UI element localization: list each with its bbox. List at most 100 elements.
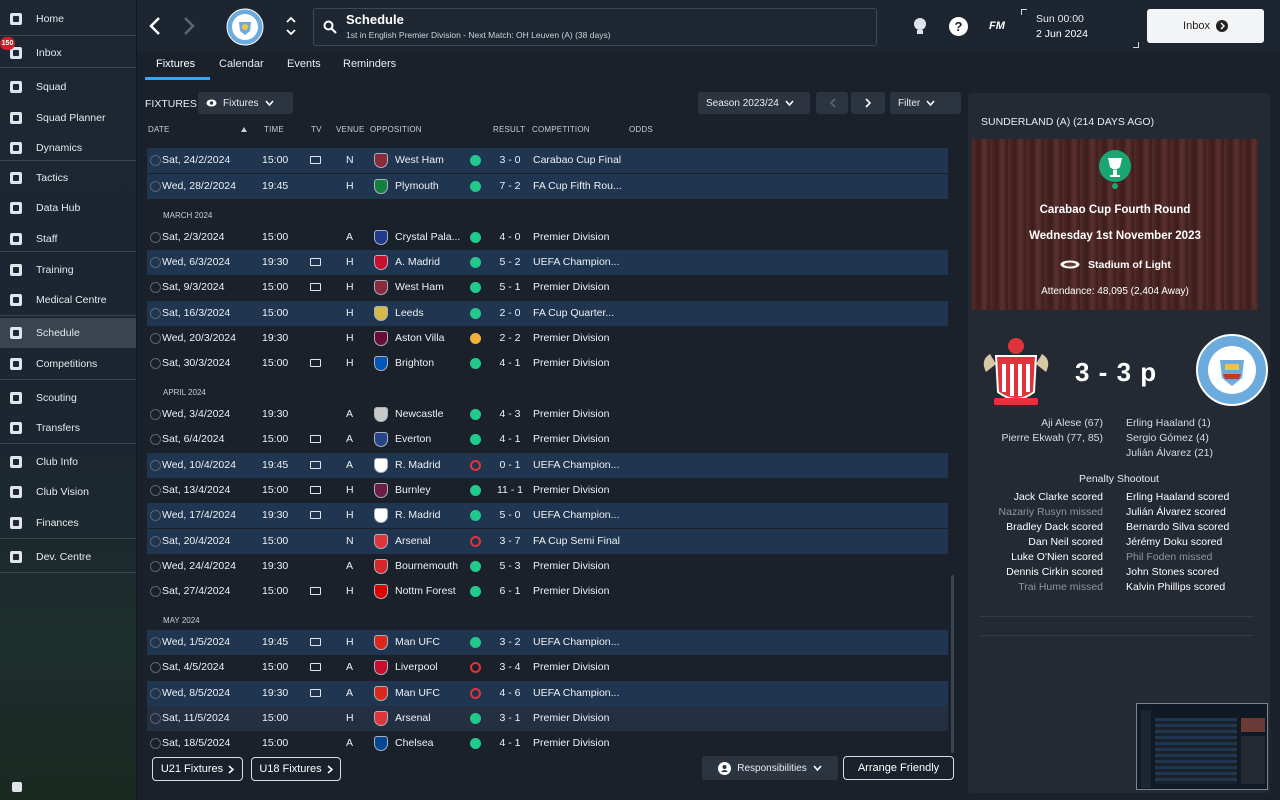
table-row[interactable]: Sat, 9/3/2024 15:00 H West Ham 5 - 1 Premier …: [147, 275, 948, 300]
check-icon[interactable]: [150, 460, 161, 471]
tab-calendar[interactable]: Calendar: [219, 58, 264, 70]
sidebar-item-label: Inbox: [36, 47, 62, 59]
table-row[interactable]: Sat, 4/5/2024 15:00 A Liverpool 3 - 4 Premier…: [147, 655, 948, 680]
check-icon[interactable]: [150, 181, 161, 192]
club-crest-icon[interactable]: [226, 8, 264, 46]
responsibilities-dropdown[interactable]: Responsibilities: [702, 756, 838, 780]
table-row[interactable]: Wed, 17/4/2024 19:30 H R. Madrid 5 - 0 UEFA C…: [147, 503, 948, 528]
check-icon[interactable]: [150, 485, 161, 496]
sidebar-item-dynamics[interactable]: Dynamics: [0, 133, 136, 163]
check-icon[interactable]: [150, 662, 161, 673]
sidebar-item-club-vision[interactable]: Club Vision: [0, 477, 136, 507]
sidebar-item-medical-centre[interactable]: Medical Centre: [0, 285, 136, 315]
table-row[interactable]: Wed, 3/4/2024 19:30 A Newcastle 4 - 3 Premier…: [147, 402, 948, 427]
inbox-continue-button[interactable]: Inbox: [1147, 9, 1264, 43]
check-icon[interactable]: [150, 358, 161, 369]
table-row[interactable]: Sat, 24/2/2024 15:00 N West Ham 3 - 0 Carabao…: [147, 148, 948, 173]
column-header-date[interactable]: DATE: [148, 125, 170, 134]
help-icon[interactable]: ?: [949, 17, 968, 36]
fm-logo[interactable]: FM: [989, 20, 1005, 32]
sidebar-item-data-hub[interactable]: Data Hub: [0, 193, 136, 223]
check-icon[interactable]: [150, 409, 161, 420]
stadium-icon: [1060, 260, 1080, 269]
u18-fixtures-button[interactable]: U18 Fixtures: [251, 757, 341, 781]
screen-preview-thumbnail[interactable]: [1136, 703, 1268, 790]
date-display[interactable]: Sun 00:00 2 Jun 2024: [1021, 9, 1139, 48]
sidebar-item-training[interactable]: Training: [0, 255, 136, 285]
check-icon[interactable]: [150, 257, 161, 268]
fixture-venue: A: [346, 560, 354, 572]
check-icon[interactable]: [150, 738, 161, 749]
table-row[interactable]: Sat, 2/3/2024 15:00 A Crystal Pala... 4 - 0 P…: [147, 225, 948, 250]
table-row[interactable]: Wed, 1/5/2024 19:45 H Man UFC 3 - 2 UEFA Cham…: [147, 630, 948, 655]
table-row[interactable]: Sat, 20/4/2024 15:00 N Arsenal 3 - 7 FA Cup S…: [147, 529, 948, 554]
scrollbar[interactable]: [951, 575, 954, 753]
match-heading[interactable]: SUNDERLAND (A) (214 DAYS AGO): [981, 116, 1154, 128]
check-icon[interactable]: [150, 155, 161, 166]
sidebar-item-transfers[interactable]: Transfers: [0, 413, 136, 443]
column-header-tv[interactable]: TV: [311, 125, 322, 134]
previous-season-button[interactable]: [816, 92, 848, 114]
fixture-time: 15:00: [262, 307, 289, 319]
check-icon[interactable]: [150, 510, 161, 521]
column-header-odds[interactable]: ODDS: [629, 125, 653, 134]
tab-events[interactable]: Events: [287, 58, 321, 70]
check-icon[interactable]: [150, 586, 161, 597]
table-row[interactable]: Sat, 11/5/2024 15:00 H Arsenal 3 - 1 Premier …: [147, 706, 948, 731]
table-row[interactable]: Wed, 20/3/2024 19:30 H Aston Villa 2 - 2 Prem…: [147, 326, 948, 351]
column-header-result[interactable]: RESULT: [493, 125, 525, 134]
filter-dropdown[interactable]: Filter: [890, 92, 961, 114]
check-icon[interactable]: [150, 308, 161, 319]
check-icon[interactable]: [150, 282, 161, 293]
home-penalty: Dan Neil scored: [1028, 536, 1103, 548]
sidebar-item-home[interactable]: Home: [0, 4, 136, 34]
check-icon[interactable]: [150, 232, 161, 243]
sidebar-item-squad-planner[interactable]: Squad Planner: [0, 103, 136, 133]
sidebar-item-club-info[interactable]: Club Info: [0, 447, 136, 477]
sidebar-item-tactics[interactable]: Tactics: [0, 163, 136, 193]
sidebar-item-competitions[interactable]: Competitions: [0, 349, 136, 379]
fixtures-view-dropdown[interactable]: Fixtures: [198, 92, 293, 114]
check-icon[interactable]: [150, 688, 161, 699]
sidebar-item-dev-centre[interactable]: Dev. Centre: [0, 542, 136, 572]
sidebar-item-scouting[interactable]: Scouting: [0, 383, 136, 413]
table-row[interactable]: Sat, 6/4/2024 15:00 A Everton 4 - 1 Premier D…: [147, 427, 948, 452]
table-row[interactable]: Wed, 24/4/2024 19:30 A Bournemouth 5 - 3 Prem…: [147, 554, 948, 579]
table-row[interactable]: Sat, 18/5/2024 15:00 A Chelsea 4 - 1 Premier …: [147, 731, 948, 755]
check-icon[interactable]: [150, 536, 161, 547]
tab-reminders[interactable]: Reminders: [343, 58, 396, 70]
tab-fixtures[interactable]: Fixtures: [156, 58, 195, 70]
column-header-venue[interactable]: VENUE: [336, 125, 365, 134]
column-header-time[interactable]: TIME: [264, 125, 284, 134]
table-row[interactable]: Sat, 30/3/2024 15:00 H Brighton 4 - 1 Premier…: [147, 351, 948, 376]
u21-fixtures-button[interactable]: U21 Fixtures: [152, 757, 243, 781]
fixture-time: 15:00: [262, 281, 289, 293]
club-switch-icon[interactable]: [285, 14, 297, 38]
table-row[interactable]: Sat, 27/4/2024 15:00 H Nottm Forest 6 - 1 Pre…: [147, 579, 948, 604]
check-icon[interactable]: [150, 434, 161, 445]
column-header-competition[interactable]: COMPETITION: [532, 125, 590, 134]
sidebar-item-inbox[interactable]: Inbox: [0, 38, 136, 68]
trophy-icon[interactable]: [910, 16, 930, 36]
sidebar-item-staff[interactable]: Staff: [0, 224, 136, 254]
table-row[interactable]: Sat, 16/3/2024 15:00 H Leeds 2 - 0 FA Cup Qua…: [147, 301, 948, 326]
check-icon[interactable]: [150, 713, 161, 724]
column-header-opposition[interactable]: OPPOSITION: [370, 125, 422, 134]
forward-arrow-icon[interactable]: [181, 14, 197, 38]
table-row[interactable]: Wed, 28/2/2024 19:45 H Plymouth 7 - 2 FA Cup …: [147, 174, 948, 199]
next-season-button[interactable]: [851, 92, 885, 114]
table-row[interactable]: Wed, 8/5/2024 19:30 A Man UFC 4 - 6 UEFA Cham…: [147, 681, 948, 706]
season-dropdown[interactable]: Season 2023/24: [698, 92, 810, 114]
table-row[interactable]: Sat, 13/4/2024 15:00 H Burnley 11 - 1 Premier…: [147, 478, 948, 503]
table-row[interactable]: Wed, 10/4/2024 19:45 A R. Madrid 0 - 1 UEFA C…: [147, 453, 948, 478]
check-icon[interactable]: [150, 637, 161, 648]
back-arrow-icon[interactable]: [147, 14, 163, 38]
check-icon[interactable]: [150, 561, 161, 572]
arrange-friendly-button[interactable]: Arrange Friendly: [843, 756, 954, 780]
sidebar-item-squad[interactable]: Squad: [0, 72, 136, 102]
sidebar-item-schedule[interactable]: Schedule: [0, 318, 136, 348]
page-header[interactable]: Schedule 1st in English Premier Division…: [313, 8, 877, 46]
table-row[interactable]: Wed, 6/3/2024 19:30 H A. Madrid 5 - 2 UEFA Ch…: [147, 250, 948, 275]
check-icon[interactable]: [150, 333, 161, 344]
sidebar-item-finances[interactable]: Finances: [0, 508, 136, 538]
